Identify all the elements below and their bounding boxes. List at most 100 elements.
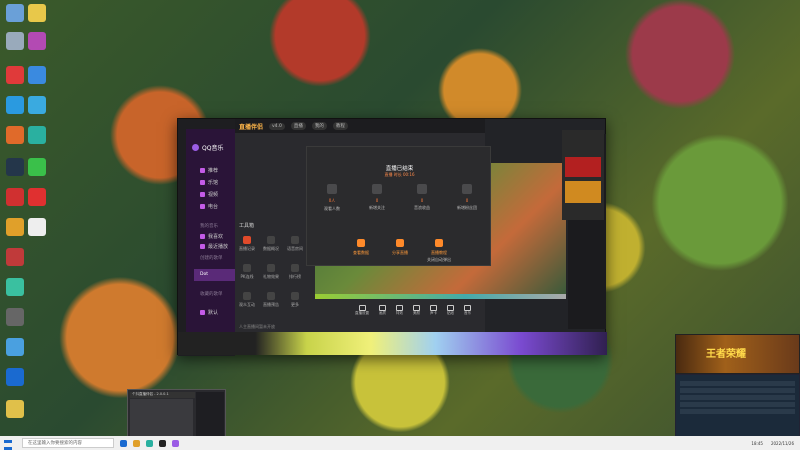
nav-item-recommend[interactable]: 推荐	[200, 167, 218, 174]
nav-label: 最近播放	[208, 244, 229, 250]
top-tabbar: 直播伴侣 v4.0 直播 我的 教程	[235, 119, 485, 133]
notes-icon[interactable]	[6, 400, 24, 418]
share-button[interactable]: 分享直播	[388, 239, 412, 256]
info-line	[680, 402, 795, 407]
nav-label: 默认	[208, 310, 219, 316]
game-icon-2[interactable]	[6, 248, 24, 266]
tool-cell[interactable]: PK连线	[239, 264, 255, 284]
info-line	[680, 409, 795, 414]
document-icon[interactable]	[28, 218, 46, 236]
stat-label: 新增关注	[369, 205, 385, 210]
edge-icon[interactable]	[28, 126, 46, 144]
radio-icon	[200, 204, 205, 209]
tab-tutorial[interactable]: 教程	[332, 122, 348, 130]
stat-label: 观看人数	[324, 206, 340, 211]
info-line	[680, 388, 795, 393]
steam-icon[interactable]	[6, 158, 24, 176]
tab-live[interactable]: 直播	[290, 122, 306, 130]
edge-taskbar-icon[interactable]	[146, 439, 153, 447]
tool-cell[interactable]: 排行榜	[287, 264, 303, 284]
shield-icon[interactable]	[6, 368, 24, 386]
netease-music-icon[interactable]	[28, 188, 46, 206]
selected-playlist-label: Dot	[200, 272, 208, 277]
stat-label: 音浪收益	[414, 205, 430, 210]
tool-cell[interactable]: 语音房间	[287, 236, 303, 256]
ctrl-music[interactable]: 音乐	[464, 304, 471, 316]
nav-item-library[interactable]: 乐馆	[200, 179, 218, 186]
live-companion-window: QQ音乐 推荐 乐馆 视频 电台 我的音乐 我喜欢 最近播放 创建的歌单 Dot…	[177, 118, 607, 356]
game-icon[interactable]	[6, 218, 24, 236]
view-data-button[interactable]: 查看数据	[349, 239, 373, 256]
netease-icon[interactable]	[6, 66, 24, 84]
ctrl-effects[interactable]: 特效	[396, 304, 403, 316]
ctrl-label: 直播设置	[355, 310, 369, 315]
nav-item-video[interactable]: 视频	[200, 191, 218, 198]
qq-icon[interactable]	[28, 96, 46, 114]
nav-item-default[interactable]: 默认	[200, 309, 218, 316]
taskbar-preview[interactable]: 个抖直播伴侣 - 2.0.0.1	[127, 389, 226, 439]
tool-label: 数据概况	[263, 246, 279, 251]
stat-follows: 0 新增关注	[362, 184, 392, 211]
tool-cell[interactable]: 更多	[287, 292, 303, 312]
tool-label: 排行榜	[289, 274, 301, 279]
preview-icon	[267, 292, 275, 300]
info-line	[680, 395, 795, 400]
app-icon-4[interactable]	[6, 308, 24, 326]
tool-grid: 直播记录 数据概况 语音房间 PK连线 礼物效果 排行榜 观众互动 直播预告 更…	[235, 224, 313, 324]
nav-item-recent[interactable]: 最近播放	[200, 243, 228, 250]
nav-label: 视频	[208, 192, 219, 198]
clock-time[interactable]: 18:45	[751, 441, 763, 446]
nav-item-liked[interactable]: 我喜欢	[200, 233, 223, 240]
preview-body	[130, 399, 193, 437]
ctrl-settings[interactable]: 直播设置	[355, 304, 369, 316]
tool-cell[interactable]: 观众互动	[239, 292, 255, 312]
ctrl-sticker[interactable]: 贴纸	[447, 304, 454, 316]
explorer-icon[interactable]	[133, 439, 140, 447]
tool-label: 观众互动	[239, 302, 255, 307]
gift-icon	[267, 264, 275, 272]
app-icon[interactable]	[28, 32, 46, 50]
windows-start-icon[interactable]	[4, 439, 14, 450]
promo-orange[interactable]	[565, 181, 601, 203]
notice-text: 人主直播间暂未开放	[239, 324, 275, 329]
heart-icon	[200, 234, 205, 239]
live-companion-taskbar-icon[interactable]	[159, 439, 166, 447]
stat-value: 0	[420, 198, 424, 203]
skype-icon[interactable]	[6, 96, 24, 114]
game-ad[interactable]: 王者荣耀	[675, 334, 800, 374]
nav-item-radio[interactable]: 电台	[200, 203, 218, 210]
qq-music-icon	[192, 144, 199, 151]
promo-red[interactable]	[565, 157, 601, 177]
wechat-icon[interactable]	[28, 158, 46, 176]
tool-cell[interactable]: 直播预告	[263, 292, 279, 312]
qq-music-taskbar-icon[interactable]	[172, 439, 179, 447]
tool-cell[interactable]: 礼物效果	[263, 264, 279, 284]
tool-cell[interactable]: 数据概况	[263, 236, 279, 256]
ctrl-beauty[interactable]: 美颜	[413, 304, 420, 316]
ctrl-quality[interactable]: 画质	[379, 304, 386, 316]
auto-popup-toggle[interactable]: 关闭自动弹出	[427, 257, 451, 263]
ctrl-label: 声卡	[430, 310, 437, 315]
app-icon-2[interactable]	[28, 66, 46, 84]
taskbar-search-input[interactable]: 在这里输入你要搜索的内容	[22, 438, 114, 448]
clock-icon	[200, 244, 205, 249]
tutorial-button[interactable]: 直播教程	[427, 239, 451, 256]
ctrl-label: 音乐	[464, 310, 471, 315]
music-player-bar	[178, 332, 607, 355]
task-view-icon[interactable]	[120, 439, 127, 447]
chat-icon[interactable]	[6, 278, 24, 296]
stat-value: 0	[375, 198, 379, 203]
recycle-bin-icon[interactable]	[6, 32, 24, 50]
office-icon[interactable]	[6, 126, 24, 144]
app-icon-5[interactable]	[6, 338, 24, 356]
live-ended-dialog: 直播已结束 直播 时长 00:16 0人 观看人数 0 新增关注 0 音浪收益 0 新增…	[306, 146, 491, 266]
computer-icon[interactable]	[6, 4, 24, 22]
tool-cell[interactable]: 直播记录	[239, 236, 255, 256]
timeline-bar[interactable]	[315, 294, 566, 299]
tool-label: 语音房间	[287, 246, 303, 251]
clock-date[interactable]: 2022/11/26	[771, 441, 794, 446]
ctrl-sound[interactable]: 声卡	[430, 304, 437, 316]
folder-icon[interactable]	[28, 4, 46, 22]
tab-mine[interactable]: 我的	[311, 122, 327, 130]
app-icon-3[interactable]	[6, 188, 24, 206]
